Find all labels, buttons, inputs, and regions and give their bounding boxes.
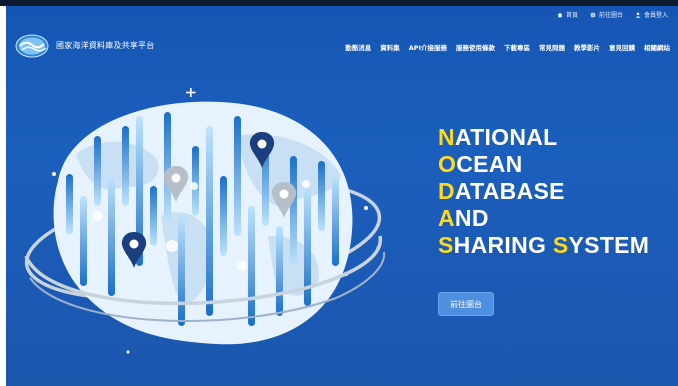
hero-title-initial: N [438, 124, 455, 150]
nav-item-downloads[interactable]: 下載專區 [504, 42, 530, 52]
hero-title-line: AND [438, 205, 649, 232]
hero-title-line: DATABASE [438, 178, 649, 205]
go-to-map-button[interactable]: 前往圖台 [438, 292, 494, 316]
hero-title-rest: ATABASE [454, 178, 565, 204]
hero-title-rest: ND [454, 205, 489, 231]
hero-title-line: SHARING SYSTEM [438, 232, 649, 259]
nav-item-datasets[interactable]: 資料集 [380, 42, 400, 52]
user-icon [635, 11, 641, 18]
hero-title-line: NATIONAL [438, 124, 649, 151]
globe-icon [590, 12, 596, 17]
member-login-link[interactable]: 會員登入 [635, 10, 668, 19]
nav-item-faq[interactable]: 常見問題 [539, 42, 565, 52]
map-portal-link-label: 前往圖台 [598, 12, 623, 19]
nav-item-api[interactable]: API介接服務 [409, 42, 447, 52]
nav-item-news[interactable]: 動態消息 [345, 42, 371, 52]
nav-item-related-sites[interactable]: 相關網站 [644, 42, 670, 52]
hero-section: 首頁 前往圖台 會員登入 國家海洋資料庫及共享平台 動態消息 資料集 API介接… [6, 6, 678, 386]
hero-title-rest: CEAN [456, 151, 523, 177]
hero-title-rest: HARING [453, 232, 553, 258]
home-link-label: 首頁 [565, 12, 578, 19]
hero-title-initial: S [552, 232, 569, 258]
hero-title-rest: YSTEM [568, 232, 650, 258]
utility-links: 首頁 前往圖台 會員登入 [557, 10, 668, 19]
nav-item-terms[interactable]: 服務使用條款 [456, 42, 495, 52]
globe-illustration [24, 88, 386, 354]
nav-item-videos[interactable]: 教學影片 [574, 42, 600, 52]
site-brand[interactable]: 國家海洋資料庫及共享平台 [14, 31, 154, 59]
hero-title: NATIONAL OCEAN DATABASE AND SHARING SYST… [438, 124, 649, 259]
main-nav: 動態消息 資料集 API介接服務 服務使用條款 下載專區 常見問題 教學影片 意… [345, 42, 670, 52]
member-login-link-label: 會員登入 [643, 12, 668, 19]
home-icon [557, 12, 563, 17]
hero-title-line: OCEAN [438, 151, 649, 178]
hero-title-initial: A [438, 205, 455, 231]
hero-title-initial: S [438, 232, 454, 258]
page: 首頁 前往圖台 會員登入 國家海洋資料庫及共享平台 動態消息 資料集 API介接… [0, 0, 678, 386]
ocean-logo-icon [15, 34, 49, 58]
map-portal-link[interactable]: 前往圖台 [590, 10, 623, 19]
nav-item-feedback[interactable]: 意見回饋 [609, 42, 635, 52]
hero-title-initial: D [438, 178, 455, 204]
home-link[interactable]: 首頁 [557, 10, 578, 19]
hero-title-rest: ATIONAL [454, 124, 558, 150]
site-name: 國家海洋資料庫及共享平台 [56, 40, 155, 50]
hero-title-initial: O [438, 151, 457, 177]
